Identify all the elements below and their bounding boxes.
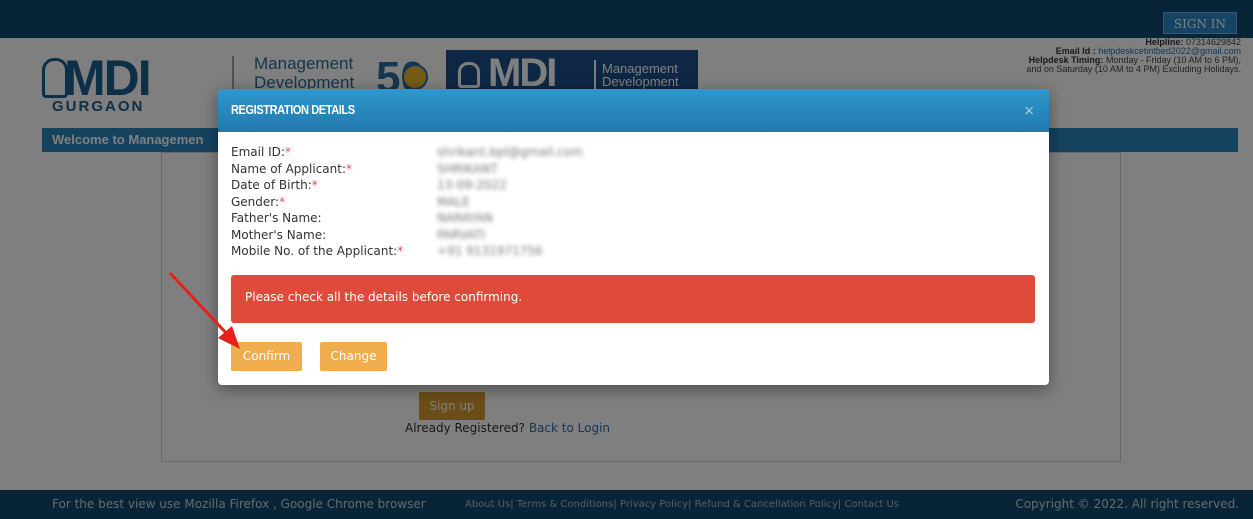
detail-label-text: Mobile No. of the Applicant: (231, 244, 398, 258)
detail-label-text: Name of Applicant: (231, 161, 347, 176)
detail-row: Father's Name: NARAYAN (231, 210, 1031, 227)
detail-label: Father's Name: (231, 210, 322, 227)
confirm-button[interactable]: Confirm (231, 342, 302, 371)
required-marker: * (284, 145, 291, 159)
detail-label-text: Email ID: (231, 145, 285, 159)
required-marker: * (346, 161, 353, 176)
modal-title: REGISTRATION DETAILS (231, 102, 355, 117)
close-icon[interactable]: × (1023, 103, 1035, 119)
modal-header: REGISTRATION DETAILS × (218, 89, 1049, 132)
detail-row: Name of Applicant:* SHRIKANT (231, 161, 1031, 178)
detail-row: Mobile No. of the Applicant:* +91 9131971… (231, 243, 1031, 260)
change-button[interactable]: Change (320, 342, 387, 371)
detail-value: PARVATI (437, 227, 485, 242)
detail-row: Date of Birth:* 13-09-2022 (231, 177, 1031, 194)
required-marker: * (311, 178, 318, 192)
details-list: Email ID:* shrikant.bpl@gmail.com Name of … (231, 144, 1031, 260)
detail-label-text: Mother's Name: (231, 227, 327, 242)
detail-value: shrikant.bpl@gmail.com (437, 145, 583, 159)
detail-label: Mother's Name: (231, 227, 326, 244)
detail-label: Mobile No. of the Applicant:* (231, 243, 403, 260)
detail-value: MALE (437, 194, 470, 209)
detail-label: Date of Birth:* (231, 177, 318, 194)
required-marker: * (397, 244, 404, 258)
confirm-alert: Please check all the details before conf… (231, 275, 1035, 323)
detail-value: NARAYAN (437, 211, 493, 225)
detail-value: +91 9131971756 (437, 244, 543, 258)
detail-value: 13-09-2022 (437, 178, 507, 192)
detail-row: Mother's Name: PARVATI (231, 227, 1031, 244)
detail-row: Email ID:* shrikant.bpl@gmail.com (231, 144, 1031, 161)
detail-label: Name of Applicant:* (231, 161, 352, 178)
detail-label-text: Date of Birth: (231, 178, 312, 192)
detail-label-text: Gender: (231, 194, 280, 209)
detail-label-text: Father's Name: (231, 211, 322, 225)
registration-details-modal: REGISTRATION DETAILS × Email ID:* shrikan… (218, 89, 1049, 385)
detail-row: Gender:* MALE (231, 194, 1031, 211)
detail-value: SHRIKANT (437, 161, 498, 176)
required-marker: * (279, 194, 286, 209)
detail-label: Email ID:* (231, 144, 291, 161)
detail-label: Gender:* (231, 194, 285, 211)
